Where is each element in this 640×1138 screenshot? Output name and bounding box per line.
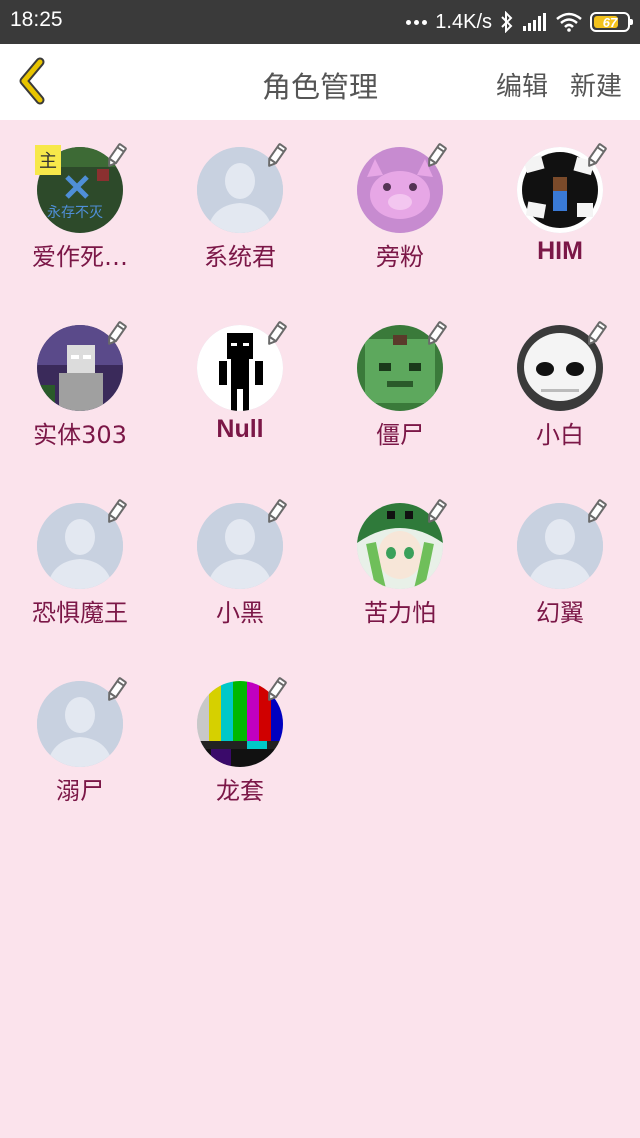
role-name: 小黑: [216, 599, 264, 627]
pencil-icon[interactable]: [263, 321, 289, 347]
role-item[interactable]: 僵尸: [320, 298, 480, 476]
role-item[interactable]: 实体303: [0, 298, 160, 476]
role-name: 恐惧魔王: [32, 599, 128, 627]
avatar-container: [197, 677, 287, 767]
role-item[interactable]: 龙套: [160, 654, 320, 832]
dots-icon: [406, 19, 428, 25]
pencil-icon[interactable]: [263, 499, 289, 525]
pencil-icon[interactable]: [423, 143, 449, 169]
pencil-icon[interactable]: [263, 143, 289, 169]
role-name: 溺尸: [56, 777, 104, 805]
role-item[interactable]: 系统君: [160, 120, 320, 298]
avatar-container: [357, 321, 447, 411]
role-item[interactable]: 永存不灭 主爱作死…: [0, 120, 160, 298]
pencil-icon[interactable]: [423, 499, 449, 525]
pencil-icon[interactable]: [423, 321, 449, 347]
role-item[interactable]: 旁粉: [320, 120, 480, 298]
bluetooth-icon: [501, 11, 513, 33]
avatar-container: [37, 499, 127, 589]
edit-button[interactable]: 编辑: [496, 66, 548, 103]
avatar-container: [517, 499, 607, 589]
main-role-badge: 主: [35, 145, 61, 175]
role-name: 实体303: [33, 421, 127, 449]
status-icons: 1.4K/s 67: [406, 8, 633, 36]
avatar-container: [517, 143, 607, 233]
pencil-icon[interactable]: [103, 677, 129, 703]
role-name: 爱作死…: [32, 243, 128, 271]
avatar-container: [37, 677, 127, 767]
avatar-container: [37, 321, 127, 411]
role-item[interactable]: Null: [160, 298, 320, 476]
pencil-icon[interactable]: [583, 143, 609, 169]
role-name: 龙套: [216, 777, 264, 805]
app-header: 角色管理 编辑 新建: [0, 44, 640, 120]
role-name: 旁粉: [376, 243, 424, 271]
role-name: HIM: [537, 237, 583, 265]
avatar-container: [197, 499, 287, 589]
role-name: Null: [216, 415, 264, 443]
pencil-icon[interactable]: [583, 321, 609, 347]
battery-level: 67: [602, 14, 618, 30]
status-time: 18:25: [10, 8, 63, 31]
battery-icon: 67: [590, 12, 633, 32]
role-name: 苦力怕: [364, 599, 436, 627]
avatar-container: 永存不灭 主: [35, 143, 127, 233]
role-item[interactable]: 溺尸: [0, 654, 160, 832]
pencil-icon[interactable]: [583, 499, 609, 525]
role-grid: 永存不灭 主爱作死… 系统君 旁粉 HIM 实体303 Null 僵尸 小白恐惧魔王 小黑 苦力怕 幻…: [0, 120, 640, 832]
role-item[interactable]: 恐惧魔王: [0, 476, 160, 654]
role-item[interactable]: 小白: [480, 298, 640, 476]
pencil-icon[interactable]: [103, 499, 129, 525]
role-item[interactable]: 幻翼: [480, 476, 640, 654]
pencil-icon[interactable]: [103, 321, 129, 347]
avatar-container: [517, 321, 607, 411]
svg-text:永存不灭: 永存不灭: [47, 205, 103, 221]
wifi-icon: [556, 12, 582, 32]
avatar-container: [197, 321, 287, 411]
role-name: 系统君: [204, 243, 276, 271]
role-item[interactable]: 小黑: [160, 476, 320, 654]
new-button[interactable]: 新建: [570, 66, 622, 103]
signal-icon: [523, 13, 546, 31]
role-item[interactable]: 苦力怕: [320, 476, 480, 654]
avatar-container: [357, 143, 447, 233]
status-bar: 18:25 1.4K/s 67: [0, 0, 640, 44]
pencil-icon[interactable]: [103, 143, 129, 169]
avatar-container: [357, 499, 447, 589]
role-name: 僵尸: [376, 421, 424, 449]
role-name: 幻翼: [536, 599, 584, 627]
pencil-icon[interactable]: [263, 677, 289, 703]
role-item[interactable]: HIM: [480, 120, 640, 298]
avatar-container: [197, 143, 287, 233]
network-speed: 1.4K/s: [435, 10, 492, 33]
role-name: 小白: [536, 421, 584, 449]
